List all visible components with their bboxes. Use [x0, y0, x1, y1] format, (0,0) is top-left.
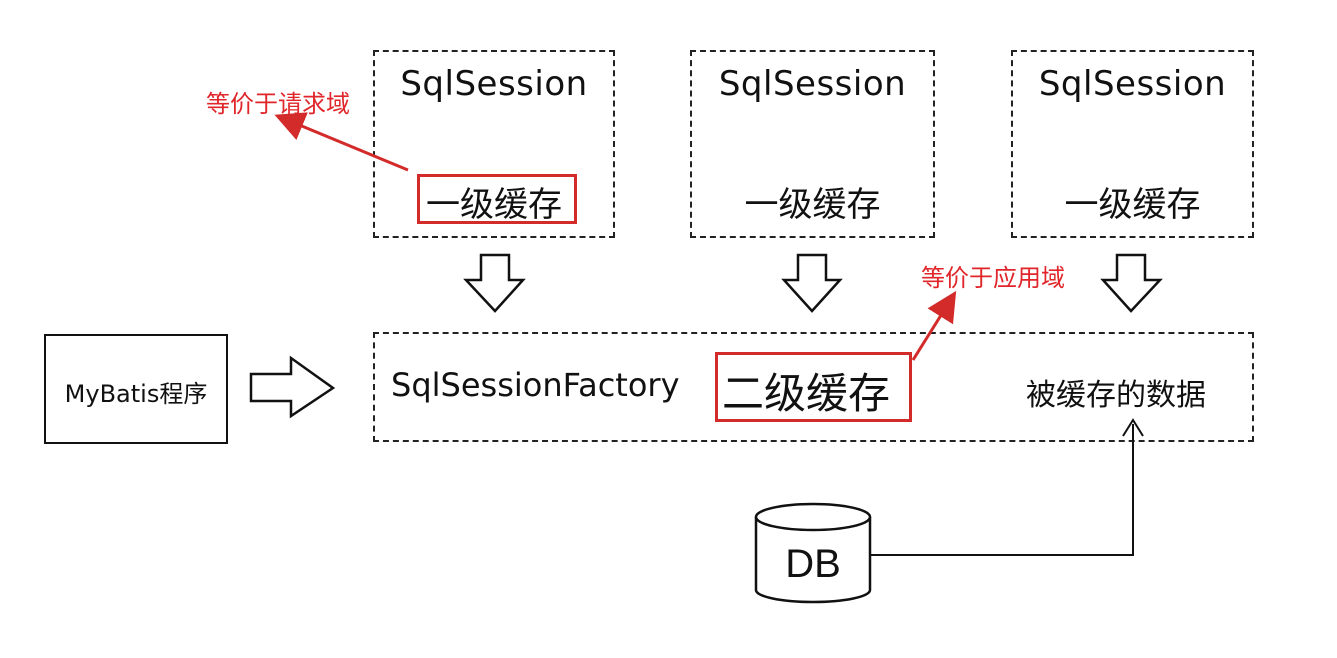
- db-to-cached-data-connector: [871, 424, 1134, 556]
- db-label: DB: [785, 542, 841, 586]
- hollow-down-arrow-icon: [1100, 253, 1163, 313]
- hollow-down-arrow-icon: [463, 253, 526, 313]
- hollow-down-arrow-icon: [781, 253, 843, 313]
- hollow-right-arrow-icon: [249, 355, 336, 419]
- diagram-overlay: DB: [249, 112, 1163, 604]
- application-scope-arrow: [911, 290, 957, 361]
- request-scope-arrow: [274, 112, 409, 172]
